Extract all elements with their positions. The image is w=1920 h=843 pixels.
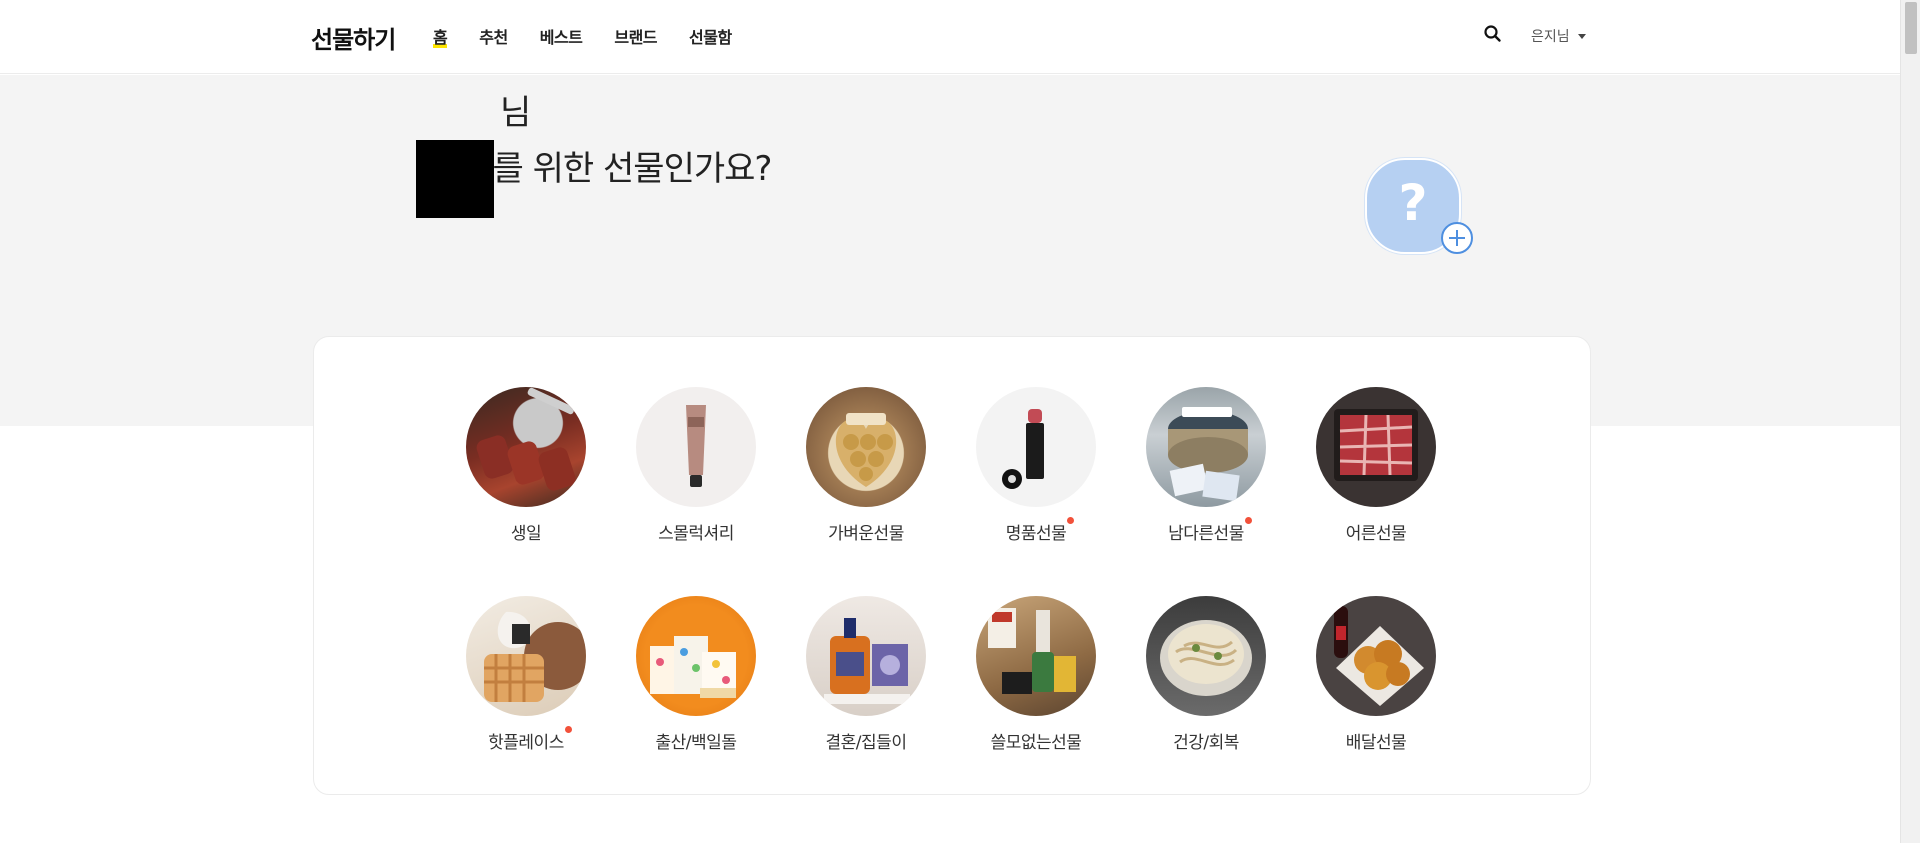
category-label: 스몰럭셔리 (658, 524, 734, 544)
category-label: 핫플레이스 (488, 733, 564, 753)
nav-giftbox[interactable]: 선물함 (689, 24, 732, 48)
category-elder-gift[interactable]: 어른선물 (1316, 387, 1436, 544)
new-badge-dot (1244, 517, 1252, 524)
question-mark-icon: ? (1398, 174, 1428, 232)
category-small-luxury[interactable]: 스몰럭셔리 (636, 387, 756, 544)
category-useless-gift[interactable]: 쓸모없는선물 (976, 596, 1096, 753)
nav-brand[interactable]: 브랜드 (614, 24, 657, 48)
category-wedding[interactable]: 결혼/집들이 (806, 596, 926, 753)
tin-can-icon (1146, 387, 1266, 507)
scrollbar-thumb[interactable] (1905, 2, 1917, 54)
gift-set-icon (636, 596, 756, 716)
novelty-items-icon (976, 596, 1096, 716)
category-baby[interactable]: 출산/백일돌 (636, 596, 756, 753)
category-unique-gift[interactable]: 남다른선물 (1146, 387, 1266, 544)
category-card: 생일 스몰럭셔리 가벼운선물 명품선물 남다른선물 어른선물 핫플레이스 출산/… (313, 336, 1591, 795)
category-label: 출산/백일돌 (655, 733, 737, 753)
user-name: 은지님 (1531, 29, 1570, 45)
main-nav: 홈 추천 베스트 브랜드 선물함 (433, 24, 732, 48)
category-label: 건강/회복 (1173, 733, 1239, 753)
category-delivery[interactable]: 배달선물 (1316, 596, 1436, 753)
nav-home[interactable]: 홈 (433, 24, 448, 48)
category-grid: 생일 스몰럭셔리 가벼운선물 명품선물 남다른선물 어른선물 핫플레이스 출산/… (466, 387, 1436, 753)
category-label: 어른선물 (1345, 524, 1407, 544)
caret-down-icon (1577, 33, 1586, 39)
category-label: 결혼/집들이 (825, 733, 907, 753)
category-label: 가벼운선물 (828, 524, 904, 544)
cosmetic-tube-icon (636, 387, 756, 507)
noodle-bowl-icon (1146, 596, 1266, 716)
new-badge-dot (1067, 517, 1075, 524)
chocolate-box-icon (806, 387, 926, 507)
grilled-meat-icon (466, 387, 586, 507)
category-label: 생일 (510, 524, 542, 544)
lipstick-icon (976, 387, 1096, 507)
category-birthday[interactable]: 생일 (466, 387, 586, 544)
category-light-gift[interactable]: 가벼운선물 (806, 387, 926, 544)
soap-set-icon (806, 596, 926, 716)
top-header: 선물하기 홈 추천 베스트 브랜드 선물함 은지님 (0, 0, 1900, 74)
category-luxury-gift[interactable]: 명품선물 (976, 387, 1096, 544)
new-badge-dot (564, 726, 572, 733)
nav-recommend[interactable]: 추천 (479, 24, 508, 48)
category-label: 쓸모없는선물 (990, 733, 1082, 753)
category-label: 명품선물 (1005, 524, 1067, 544)
category-hot-place[interactable]: 핫플레이스 (466, 596, 586, 753)
page-scrollbar[interactable] (1900, 0, 1920, 843)
add-friend-icon[interactable] (1441, 222, 1473, 254)
greeting-user: 님 (500, 93, 531, 133)
fried-chicken-icon (1316, 596, 1436, 716)
category-label: 남다른선물 (1168, 524, 1244, 544)
nav-best[interactable]: 베스트 (540, 24, 583, 48)
brand-logo[interactable]: 선물하기 (311, 20, 396, 55)
redacted-user-name (416, 140, 494, 218)
waffle-icon (466, 596, 586, 716)
category-label: 배달선물 (1345, 733, 1407, 753)
category-health[interactable]: 건강/회복 (1146, 596, 1266, 753)
beef-box-icon (1316, 387, 1436, 507)
search-icon[interactable] (1483, 24, 1503, 44)
user-menu[interactable]: 은지님 (1531, 26, 1586, 46)
